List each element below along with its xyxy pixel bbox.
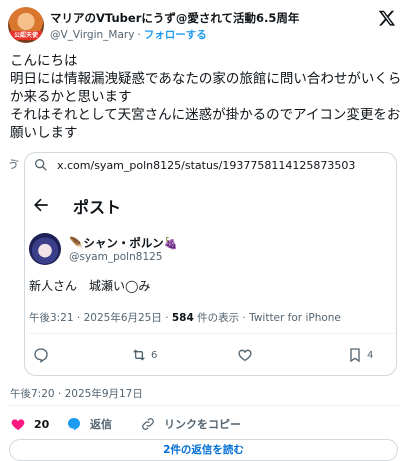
bookmark-icon (350, 348, 360, 363)
embed-author-handle[interactable]: @syam_poln8125 (69, 251, 162, 263)
embed-post-meta: 午後3:21 · 2025年6月25日 · 584 件の表示 · Twitter… (29, 310, 341, 325)
tweet-header: 公認天使 マリアのVTuberにうず@愛されて活動6.5周年 @V_Virgin… (0, 0, 408, 46)
like-button[interactable]: 20 (10, 414, 49, 434)
embed-page-title: ポスト (73, 198, 122, 217)
author-handle[interactable]: @V_Virgin_Mary (50, 29, 134, 41)
reply-label: 返信 (90, 418, 112, 431)
embed-views-count: 584 (171, 312, 194, 324)
reply-button[interactable]: 返信 (66, 414, 112, 434)
grape-emoji-icon: 🍇 (163, 236, 178, 250)
tweet-timestamp[interactable]: 午後7:20 · 2025年9月17日 (10, 386, 143, 401)
embed-views-suffix: 件の表示 · Twitter for iPhone (193, 312, 341, 324)
embed-action-bar: 6 4 (33, 345, 376, 365)
heart-filled-icon (11, 419, 25, 430)
copy-link-label: リンクをコピー (164, 418, 241, 431)
embed-retweet-button[interactable]: 6 (131, 345, 157, 365)
reply-filled-icon (68, 418, 80, 431)
embed-author-name[interactable]: 🪶シャン・ポルン🍇 (69, 235, 178, 251)
retweet-icon (133, 349, 145, 361)
follow-button[interactable]: フォローする (144, 29, 207, 41)
search-icon (35, 159, 47, 171)
read-replies-button[interactable]: 2件の返信を読む (9, 439, 398, 461)
embedded-post-card[interactable]: x.com/syam_poln8125/status/1937758114125… (24, 152, 397, 376)
feather-emoji-icon: 🪶 (69, 236, 84, 250)
reply-icon (34, 348, 48, 363)
divider (8, 405, 400, 406)
embed-author-avatar[interactable] (29, 233, 61, 265)
embed-bookmark-count: 4 (367, 349, 374, 361)
embed-author: 🪶シャン・ポルン🍇 @syam_poln8125 (29, 233, 369, 269)
heart-outline-icon (238, 349, 252, 362)
embed-top-bar: ポスト (25, 181, 396, 229)
embed-post-text: 新人さん 城瀬い◯み (29, 279, 151, 293)
x-logo-icon[interactable] (378, 9, 396, 27)
author-avatar[interactable]: 公認天使 (8, 7, 44, 43)
embed-retweet-count: 6 (151, 349, 158, 361)
embed-divider (29, 333, 396, 334)
avatar-badge: 公認天使 (10, 31, 42, 40)
tweet-action-bar: 20 返信 リンクをコピー (10, 414, 390, 434)
embed-post-time: 午後3:21 · 2025年6月25日 · (29, 312, 172, 324)
like-count: 20 (34, 417, 50, 431)
embed-bookmark-button[interactable]: 4 (347, 345, 373, 365)
link-icon (142, 418, 154, 430)
embed-reply-button[interactable] (33, 345, 53, 365)
embed-link-prefix: ゔ (8, 158, 19, 171)
author-display-name[interactable]: マリアのVTuberにうず@愛されて活動6.5周年 (50, 10, 299, 26)
copy-link-button[interactable]: リンクをコピー (140, 414, 241, 434)
tweet-text: こんにちは 明日には情報漏洩疑惑であなたの家の旅館に問い合わせがいくらか来るかと… (10, 53, 402, 141)
back-arrow-icon[interactable] (31, 195, 51, 215)
embed-url: x.com/syam_poln8125/status/1937758114125… (57, 158, 356, 172)
author-handle-line: @V_Virgin_Mary · フォローする (50, 29, 207, 41)
embed-like-button[interactable] (237, 345, 257, 365)
embed-url-bar[interactable]: x.com/syam_poln8125/status/1937758114125… (25, 153, 396, 177)
